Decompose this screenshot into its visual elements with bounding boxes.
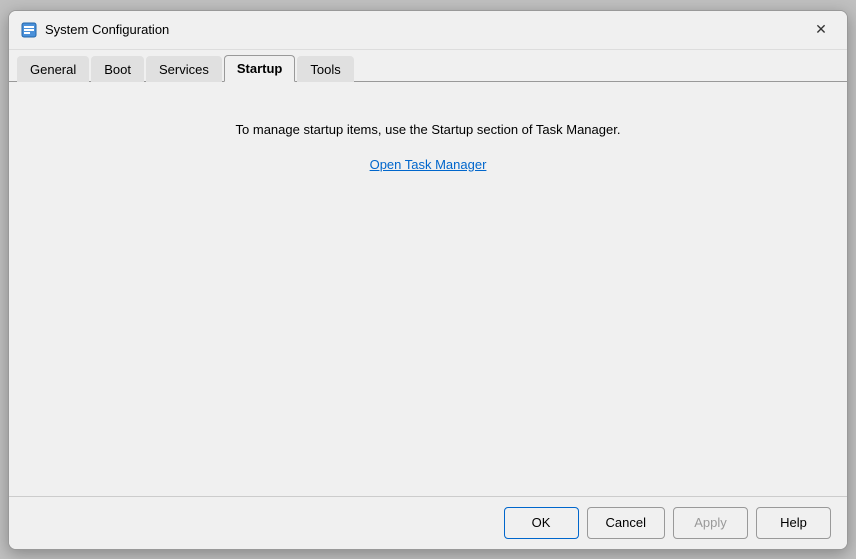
startup-info-text: To manage startup items, use the Startup… [236,122,621,137]
tab-boot[interactable]: Boot [91,56,144,82]
window-title: System Configuration [45,22,169,37]
close-button[interactable]: ✕ [807,19,835,41]
app-icon [21,22,37,38]
cancel-button[interactable]: Cancel [587,507,665,539]
system-configuration-window: System Configuration ✕ General Boot Serv… [8,10,848,550]
tab-services[interactable]: Services [146,56,222,82]
title-bar: System Configuration ✕ [9,11,847,50]
title-bar-left: System Configuration [21,22,169,38]
ok-button[interactable]: OK [504,507,579,539]
tab-tools[interactable]: Tools [297,56,353,82]
button-bar: OK Cancel Apply Help [9,496,847,549]
content-area: To manage startup items, use the Startup… [9,82,847,496]
tab-general[interactable]: General [17,56,89,82]
apply-button[interactable]: Apply [673,507,748,539]
open-task-manager-link[interactable]: Open Task Manager [370,157,487,172]
tabs-bar: General Boot Services Startup Tools [9,50,847,82]
help-button[interactable]: Help [756,507,831,539]
tab-startup[interactable]: Startup [224,55,296,82]
